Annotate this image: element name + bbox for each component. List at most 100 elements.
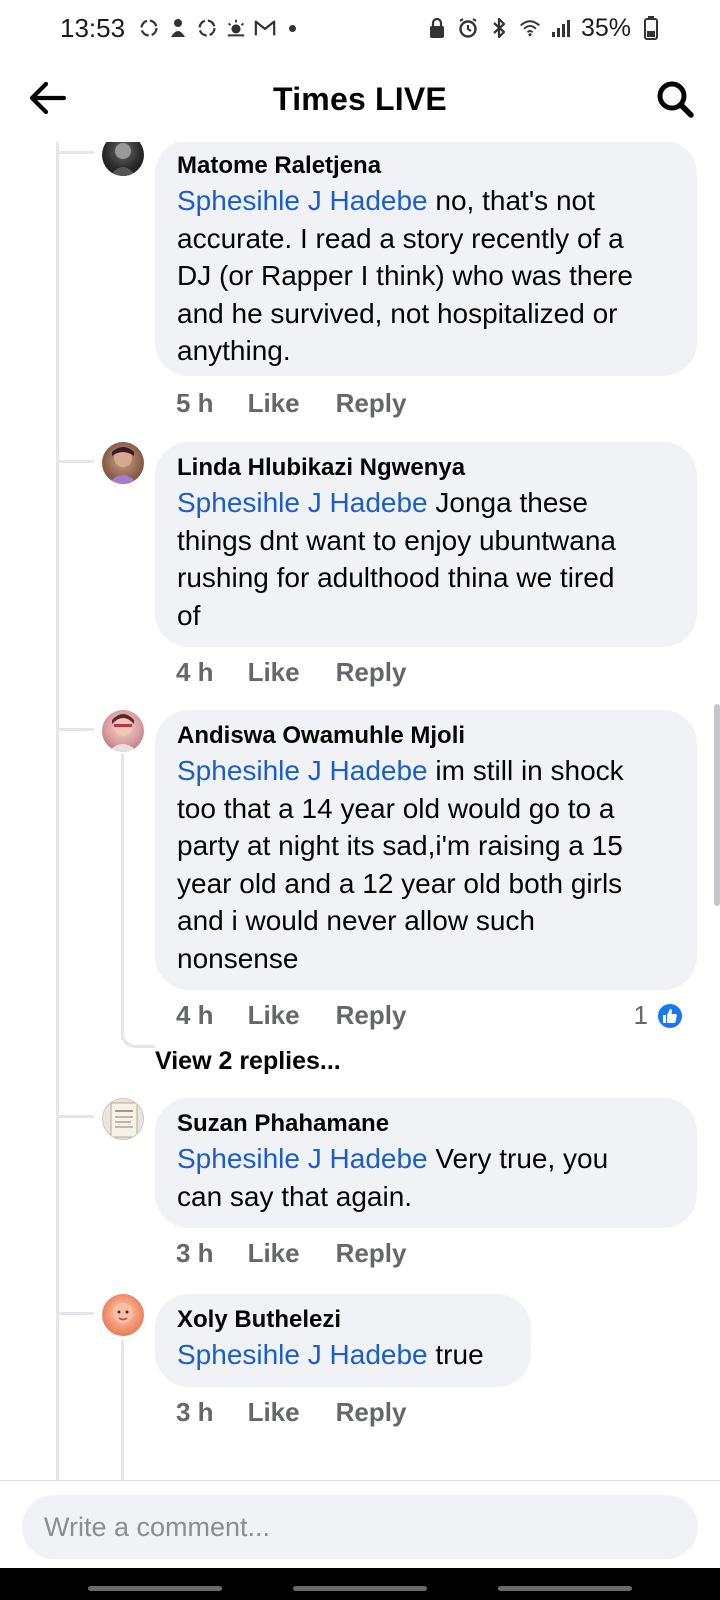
gmail-icon <box>254 17 276 39</box>
comment-text: Sphesihle J Hadebe no, that's not accura… <box>177 182 675 370</box>
reaction-count: 1 <box>633 1000 648 1030</box>
comment-actions: 4 h Like Reply <box>176 657 406 688</box>
notification-dot-icon <box>289 24 297 32</box>
arrow-left-icon <box>29 81 67 115</box>
comment-line: no, that's not <box>435 185 595 216</box>
home-nav-button[interactable] <box>293 1586 427 1591</box>
reply-button[interactable]: Reply <box>336 657 407 688</box>
recents-nav-button[interactable] <box>88 1586 222 1591</box>
comment-composer <box>0 1480 720 1568</box>
reply-button[interactable]: Reply <box>336 1238 407 1269</box>
thread-line <box>56 142 59 1480</box>
thread-connector <box>56 728 94 731</box>
comment-time[interactable]: 3 h <box>176 1397 214 1428</box>
alarm-icon <box>457 17 479 39</box>
scrollbar[interactable] <box>714 704 720 906</box>
weather-icon <box>225 17 247 39</box>
bluetooth-icon <box>488 17 510 39</box>
person-icon <box>167 17 189 39</box>
comment-time[interactable]: 4 h <box>176 1000 214 1031</box>
comment-line: too that a 14 year old would go to a <box>177 792 615 824</box>
comment-time[interactable]: 3 h <box>176 1238 214 1269</box>
comment-bubble[interactable]: Suzan Phahamane Sphesihle J Hadebe Very … <box>155 1098 697 1228</box>
comment-time[interactable]: 4 h <box>176 657 214 688</box>
comment-input[interactable] <box>22 1495 698 1559</box>
like-button[interactable]: Like <box>248 1238 300 1269</box>
avatar[interactable] <box>102 442 144 484</box>
comment-line: and i would never allow such <box>177 905 535 936</box>
search-button[interactable] <box>652 76 698 122</box>
comment-line: nonsense <box>177 942 299 974</box>
comment-bubble[interactable]: Linda Hlubikazi Ngwenya Sphesihle J Hade… <box>155 442 697 647</box>
comment-line: can say that again. <box>177 1180 413 1212</box>
reaction-summary[interactable]: 1 <box>634 1000 684 1031</box>
like-button[interactable]: Like <box>248 1397 300 1428</box>
mention-link[interactable]: Sphesihle J Hadebe <box>177 1339 428 1370</box>
comment-line: party at night its sad,i'm raising a 15 <box>177 830 623 861</box>
battery-percent: 35% <box>580 13 631 42</box>
comment-line: Very true, you <box>435 1143 609 1174</box>
like-button[interactable]: Like <box>248 657 300 688</box>
comment-actions: 5 h Like Reply <box>176 388 406 419</box>
comment-line: DJ (or Rapper I think) who was there <box>177 260 633 291</box>
thread-connector <box>56 460 94 463</box>
comment-bubble[interactable]: Andiswa Owamuhle Mjoli Sphesihle J Hadeb… <box>155 710 697 990</box>
battery-icon <box>640 16 662 40</box>
comment-bubble[interactable]: Matome Raletjena Sphesihle J Hadebe no, … <box>155 142 697 376</box>
comment-actions: 3 h Like Reply <box>176 1238 406 1269</box>
sync-icon <box>196 17 218 39</box>
comment-author[interactable]: Andiswa Owamuhle Mjoli <box>177 720 675 752</box>
reply-button[interactable]: Reply <box>336 388 407 419</box>
comment-line: im still in shock <box>435 755 624 786</box>
comment-author[interactable]: Xoly Buthelezi <box>177 1304 509 1336</box>
comment-line: and he survived, not hospitalized or <box>177 297 618 329</box>
reply-button[interactable]: Reply <box>336 1000 407 1031</box>
mention-link[interactable]: Sphesihle J Hadebe <box>177 755 428 786</box>
comment-text: Sphesihle J Hadebe Very true, you can sa… <box>177 1140 675 1215</box>
comment-line: accurate. I read a story recently of a <box>177 222 624 254</box>
thumbs-up-icon <box>656 1001 684 1030</box>
comment-line: things dnt want to enjoy ubuntwana <box>177 524 616 556</box>
reply-button[interactable]: Reply <box>336 1397 407 1428</box>
status-bar: 13:53 35% <box>0 0 720 56</box>
comment-text: Sphesihle J Hadebe true <box>177 1336 509 1374</box>
comments-feed[interactable]: Matome Raletjena Sphesihle J Hadebe no, … <box>0 142 720 1480</box>
comment-time[interactable]: 5 h <box>176 388 214 419</box>
back-button[interactable] <box>26 76 70 120</box>
comment-line: rushing for adulthood thina we tired <box>177 562 615 593</box>
comment-line: true <box>435 1339 484 1370</box>
reply-thread-line <box>121 1340 124 1480</box>
system-nav-bar <box>0 1568 720 1600</box>
comment-author[interactable]: Suzan Phahamane <box>177 1108 675 1140</box>
page-title: Times LIVE <box>273 80 447 117</box>
search-icon <box>657 81 694 118</box>
reply-thread-line <box>121 754 124 1040</box>
mention-link[interactable]: Sphesihle J Hadebe <box>177 185 428 216</box>
comment-line: year old and a 12 year old both girls <box>177 867 623 899</box>
comment-author[interactable]: Linda Hlubikazi Ngwenya <box>177 452 675 484</box>
avatar[interactable] <box>102 142 144 176</box>
comment-line: Jonga these <box>435 487 588 518</box>
back-nav-button[interactable] <box>498 1586 632 1591</box>
signal-icon <box>550 17 572 39</box>
thread-connector <box>56 1312 94 1315</box>
like-button[interactable]: Like <box>248 1000 300 1031</box>
comment-author[interactable]: Matome Raletjena <box>177 150 675 182</box>
mention-link[interactable]: Sphesihle J Hadebe <box>177 1143 428 1174</box>
mention-link[interactable]: Sphesihle J Hadebe <box>177 487 428 518</box>
reply-connector <box>121 1024 155 1048</box>
wifi-icon <box>519 17 541 39</box>
app-header: Times LIVE <box>0 56 720 142</box>
thread-connector <box>56 1115 94 1118</box>
comment-line: of <box>177 599 201 631</box>
comment-line: anything. <box>177 335 291 366</box>
avatar[interactable] <box>102 710 144 752</box>
comment-actions: 3 h Like Reply <box>176 1397 406 1428</box>
like-button[interactable]: Like <box>248 388 300 419</box>
avatar[interactable] <box>102 1294 144 1336</box>
comment-bubble[interactable]: Xoly Buthelezi Sphesihle J Hadebe true <box>155 1294 531 1387</box>
comment-text: Sphesihle J Hadebe Jonga these things dn… <box>177 484 675 634</box>
avatar[interactable] <box>102 1098 144 1140</box>
comment-text: Sphesihle J Hadebe im still in shock too… <box>177 752 675 977</box>
view-replies-link[interactable]: View 2 replies... <box>155 1047 341 1076</box>
